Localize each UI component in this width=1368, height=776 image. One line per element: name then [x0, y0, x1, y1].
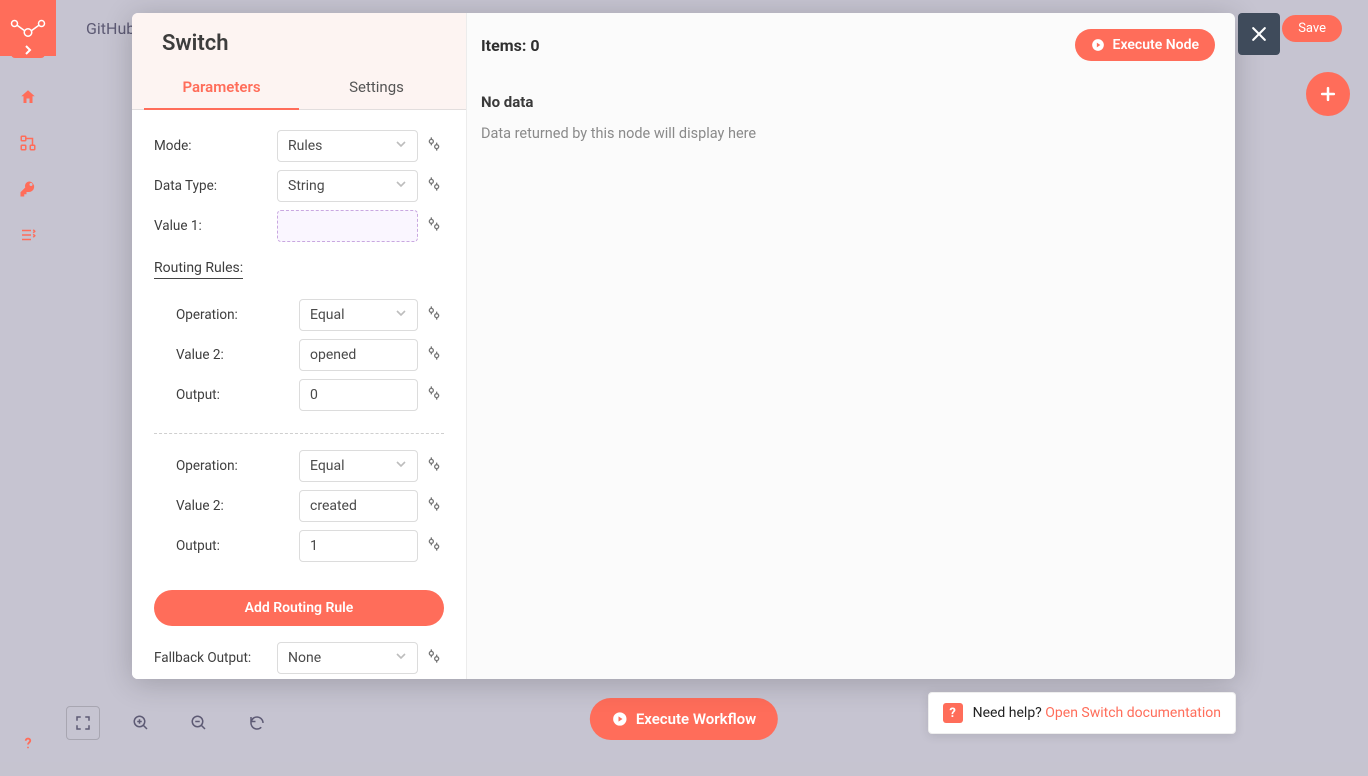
zoom-fit-button[interactable] — [66, 706, 100, 740]
modal-left-panel: Switch Parameters Settings Mode: Rules — [132, 13, 467, 679]
routing-rules-heading: Routing Rules: — [154, 260, 243, 279]
value2-input[interactable] — [299, 490, 418, 522]
parameters-panel: Mode: Rules Data Type: — [132, 110, 466, 679]
datatype-value: String — [288, 178, 325, 194]
node-settings-modal: Switch Parameters Settings Mode: Rules — [132, 13, 1235, 679]
value1-options-icon[interactable] — [426, 216, 444, 236]
operation-options-icon[interactable] — [426, 305, 444, 325]
chevron-down-icon — [395, 650, 407, 666]
mode-value: Rules — [288, 138, 322, 154]
fallback-select[interactable]: None — [277, 642, 418, 674]
operation-value: Equal — [310, 307, 345, 323]
add-routing-rule-button[interactable]: Add Routing Rule — [154, 590, 444, 626]
sidebar-item-executions[interactable] — [0, 212, 56, 258]
operation-options-icon[interactable] — [426, 456, 444, 476]
modal-output-panel: Items: 0 Execute Node No data Data retur… — [467, 13, 1235, 679]
datatype-options-icon[interactable] — [426, 176, 444, 196]
chevron-down-icon — [395, 307, 407, 323]
zoom-in-button[interactable] — [124, 706, 158, 740]
tab-settings[interactable]: Settings — [299, 68, 454, 109]
help-link[interactable]: Open Switch documentation — [1045, 705, 1221, 721]
value1-label: Value 1: — [154, 218, 269, 234]
workflow-name[interactable]: GitHub — [86, 19, 135, 38]
output-input[interactable] — [299, 379, 418, 411]
routing-rule: Operation: Equal Value 2: — [154, 285, 444, 425]
reset-view-button[interactable] — [240, 706, 274, 740]
fallback-options-icon[interactable] — [426, 648, 444, 668]
modal-tabs: Parameters Settings — [132, 68, 466, 110]
app-logo[interactable] — [0, 0, 56, 56]
sidebar-item-credentials[interactable] — [0, 166, 56, 212]
output-label: Output: — [176, 538, 291, 554]
close-modal-button[interactable] — [1238, 13, 1280, 55]
output-empty-title: No data — [481, 93, 1215, 111]
output-options-icon[interactable] — [426, 385, 444, 405]
value2-options-icon[interactable] — [426, 345, 444, 365]
mode-select[interactable]: Rules — [277, 130, 418, 162]
chevron-down-icon — [395, 458, 407, 474]
chevron-down-icon — [395, 138, 407, 154]
execute-workflow-button[interactable]: Execute Workflow — [590, 698, 778, 740]
fallback-label: Fallback Output: — [154, 650, 269, 666]
sidebar-item-home[interactable] — [0, 74, 56, 120]
operation-select[interactable]: Equal — [299, 299, 418, 331]
zoom-out-button[interactable] — [182, 706, 216, 740]
operation-select[interactable]: Equal — [299, 450, 418, 482]
chevron-down-icon — [395, 178, 407, 194]
fallback-value: None — [288, 650, 321, 666]
sidebar-expand-toggle[interactable] — [11, 42, 45, 58]
value2-label: Value 2: — [176, 498, 291, 514]
sidebar-item-workflows[interactable] — [0, 120, 56, 166]
save-button[interactable]: Save — [1282, 15, 1342, 42]
mode-label: Mode: — [154, 138, 269, 154]
help-icon: ? — [943, 703, 963, 723]
datatype-select[interactable]: String — [277, 170, 418, 202]
value2-label: Value 2: — [176, 347, 291, 363]
main-sidebar — [0, 0, 56, 776]
datatype-label: Data Type: — [154, 178, 269, 194]
items-count: Items: 0 — [481, 36, 540, 55]
rule-separator — [154, 433, 444, 434]
output-options-icon[interactable] — [426, 536, 444, 556]
add-node-button[interactable] — [1306, 72, 1350, 116]
sidebar-item-help[interactable] — [0, 720, 56, 766]
output-empty-desc: Data returned by this node will display … — [481, 125, 1215, 142]
operation-value: Equal — [310, 458, 345, 474]
help-popover: ? Need help? Open Switch documentation — [928, 692, 1236, 734]
canvas-toolbar — [66, 706, 274, 740]
execute-workflow-label: Execute Workflow — [636, 710, 756, 728]
execute-node-button[interactable]: Execute Node — [1075, 29, 1215, 61]
node-title: Switch — [132, 13, 466, 68]
value2-options-icon[interactable] — [426, 496, 444, 516]
routing-rule: Operation: Equal Value 2: — [154, 436, 444, 576]
value1-input[interactable] — [277, 210, 418, 242]
output-label: Output: — [176, 387, 291, 403]
tab-parameters[interactable]: Parameters — [144, 68, 299, 110]
help-text: Need help? Open Switch documentation — [973, 705, 1221, 721]
output-input[interactable] — [299, 530, 418, 562]
operation-label: Operation: — [176, 307, 291, 323]
mode-options-icon[interactable] — [426, 136, 444, 156]
value2-input[interactable] — [299, 339, 418, 371]
execute-node-label: Execute Node — [1113, 37, 1199, 53]
operation-label: Operation: — [176, 458, 291, 474]
